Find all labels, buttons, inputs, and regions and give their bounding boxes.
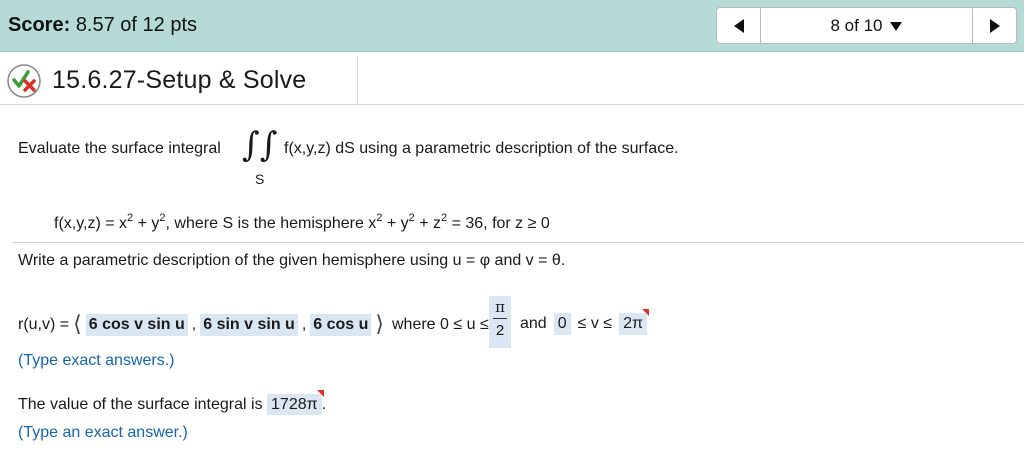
section-divider <box>12 242 1024 243</box>
u-upper-denominator: 2 <box>495 322 505 339</box>
v-leq-text: ≤ v ≤ <box>577 315 613 332</box>
triangle-down-icon <box>889 21 902 31</box>
problem-intro-after: f(x,y,z) dS using a parametric descripti… <box>284 140 679 157</box>
next-question-button[interactable] <box>972 8 1016 43</box>
score-display: Score: 8.57 of 12 pts <box>8 14 197 37</box>
r-label: r(u,v) = <box>18 315 70 333</box>
question-position: 8 of 10 <box>830 15 883 35</box>
previous-question-button[interactable] <box>717 8 761 43</box>
u-range-text: where 0 ≤ u ≤ <box>392 315 489 333</box>
u-upper-numerator: π <box>495 298 505 316</box>
question-select-dropdown[interactable]: 8 of 10 <box>761 8 972 43</box>
part1-prompt: Write a parametric description of the gi… <box>18 252 566 269</box>
v-range-row: and 0 ≤ v ≤ 2π <box>520 309 649 335</box>
left-angle-bracket: ⟨ <box>73 312 82 337</box>
score-label: Score: <box>8 14 71 36</box>
comma-2: , <box>301 315 307 333</box>
v-upper-answer[interactable]: 2π <box>619 309 649 335</box>
double-integral-sign: ∫∫ <box>242 125 278 165</box>
score-value: 8.57 of 12 pts <box>75 14 198 36</box>
integral-value-answer[interactable]: 1728π <box>267 394 322 415</box>
plus-y-text: + y <box>382 215 409 232</box>
component3-answer[interactable]: 6 cos u <box>310 313 372 336</box>
u-upper-answer[interactable]: π 2 <box>489 296 511 348</box>
right-angle-bracket: ⟩ <box>375 312 384 337</box>
component2-answer[interactable]: 6 sin v sin u <box>200 313 298 336</box>
function-f-part: f(x,y,z) = x <box>54 215 128 232</box>
integral-value-row: The value of the surface integral is 172… <box>18 394 327 415</box>
function-y-part: + y <box>133 215 160 232</box>
comma-1: , <box>191 315 197 333</box>
part2-hint: (Type an exact answer.) <box>18 424 188 441</box>
and-text: and <box>520 315 547 332</box>
component1-answer[interactable]: 6 cos v sin u <box>85 313 188 336</box>
triangle-left-icon <box>733 18 744 33</box>
question-title-bar: 15.6.27-Setup & Solve <box>0 57 1024 105</box>
v-lower-answer[interactable]: 0 <box>553 313 571 335</box>
period: . <box>321 396 327 413</box>
part2-prompt: The value of the surface integral is <box>18 396 263 413</box>
score-header: Score: 8.57 of 12 pts 8 of 10 <box>0 0 1024 52</box>
question-title-box: 15.6.27-Setup & Solve <box>0 57 358 105</box>
where-hemisphere-text: , where S is the hemisphere x <box>165 215 377 232</box>
plus-z-text: + z <box>414 215 442 232</box>
question-title: 15.6.27-Setup & Solve <box>52 66 307 94</box>
function-definition: f(x,y,z) = x2 + y2, where S is the hemis… <box>54 212 550 233</box>
integral-subscript: S <box>255 171 265 187</box>
parametric-answer-row: r(u,v) = ⟨ 6 cos v sin u , 6 sin v sin u… <box>18 312 489 337</box>
equals-text: = 36, for z ≥ 0 <box>447 215 550 232</box>
question-navigator: 8 of 10 <box>716 7 1017 44</box>
part1-hint: (Type exact answers.) <box>18 352 175 369</box>
triangle-right-icon <box>989 18 1000 33</box>
problem-intro-before: Evaluate the surface integral <box>18 140 221 157</box>
partial-credit-icon <box>7 64 41 98</box>
